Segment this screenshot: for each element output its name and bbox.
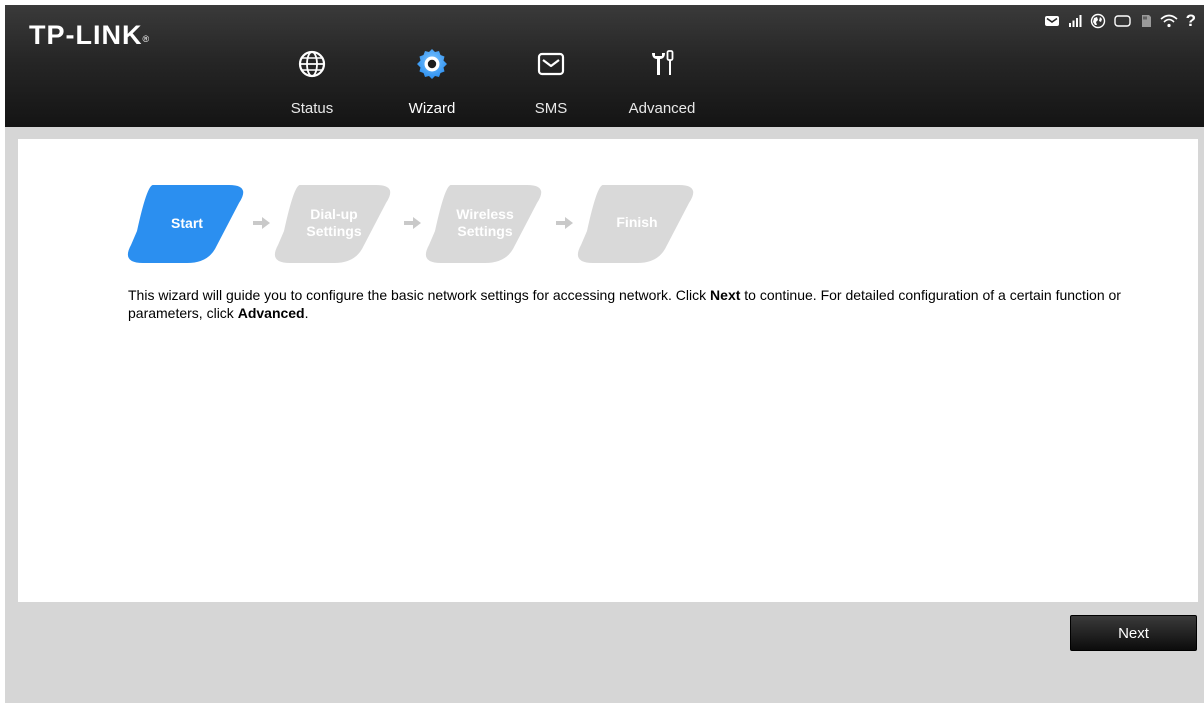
- step-start: Start: [123, 181, 251, 265]
- gear-icon: [417, 49, 447, 79]
- tools-icon: [652, 50, 674, 75]
- wizard-steps: Start Dial-up Settings Wireless Settings…: [118, 181, 718, 271]
- signal-icon: [1068, 15, 1082, 27]
- description-text-1: This wizard will guide you to configure …: [128, 287, 711, 303]
- envelope-icon: [537, 52, 565, 76]
- nav-wizard-label: Wizard: [408, 100, 456, 117]
- step-finish-label: Finish: [616, 214, 658, 230]
- help-icon[interactable]: ?: [1186, 12, 1196, 30]
- arrow-right-icon: [404, 217, 421, 229]
- content-panel: Start Dial-up Settings Wireless Settings…: [18, 139, 1198, 602]
- step-dialup-label-2: Settings: [306, 223, 362, 239]
- wifi-icon: [1160, 14, 1178, 28]
- step-start-label: Start: [171, 215, 203, 231]
- arrow-right-icon: [556, 217, 573, 229]
- step-dialup-settings: Dial-up Settings: [270, 181, 398, 265]
- status-icons: ?: [1044, 11, 1196, 31]
- sd-card-icon: [1141, 15, 1151, 27]
- nav-status[interactable]: Status: [272, 45, 352, 121]
- nav-sms[interactable]: SMS: [511, 45, 591, 121]
- message-icon[interactable]: [1044, 14, 1060, 28]
- nav-advanced-label: Advanced: [628, 100, 696, 117]
- step-wireless-label-1: Wireless: [456, 206, 514, 222]
- internet-icon: [1090, 13, 1105, 29]
- description-next-emphasis: Next: [710, 287, 741, 303]
- step-finish: Finish: [573, 181, 701, 265]
- globe-icon: [298, 50, 326, 78]
- next-button[interactable]: Next: [1070, 615, 1197, 651]
- header-bar: TP-LINK® Status Wizard SMS Advanced ?: [5, 5, 1204, 127]
- nav-sms-label: SMS: [534, 100, 568, 117]
- step-dialup-label-1: Dial-up: [310, 206, 358, 222]
- tp-link-logo: TP-LINK®: [29, 20, 151, 50]
- step-wireless-settings: Wireless Settings: [421, 181, 549, 265]
- nav-advanced[interactable]: Advanced: [622, 45, 702, 121]
- app-frame: TP-LINK® Status Wizard SMS Advanced ? St…: [5, 5, 1204, 703]
- description-advanced-emphasis: Advanced: [237, 305, 305, 321]
- arrow-right-icon: [253, 217, 270, 229]
- step-wireless-label-2: Settings: [457, 223, 513, 239]
- nav-status-label: Status: [290, 100, 334, 117]
- nav-wizard[interactable]: Wizard: [392, 45, 472, 121]
- wizard-description: This wizard will guide you to configure …: [128, 286, 1178, 322]
- battery-icon: [1113, 15, 1131, 27]
- description-text-3: .: [304, 305, 309, 321]
